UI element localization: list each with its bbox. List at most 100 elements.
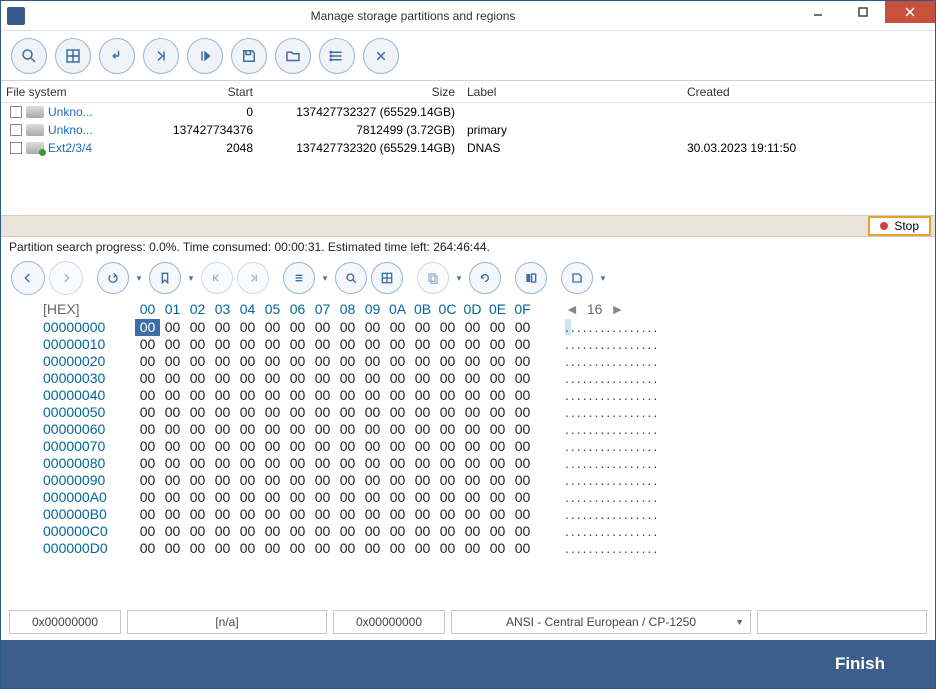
bookmark-button[interactable] (149, 262, 181, 294)
table-body: Unkno...0137427732327 (65529.14GB)Unkno.… (1, 103, 935, 215)
hex-col: 0A (385, 301, 410, 317)
list-dropdown[interactable]: ▾ (319, 273, 331, 284)
hex-bytes[interactable]: 00000000000000000000000000000000 (135, 523, 535, 540)
play-button[interactable] (187, 38, 223, 74)
hex-row[interactable]: 000000C000000000000000000000000000000000… (43, 523, 935, 540)
hex-bytes[interactable]: 00000000000000000000000000000000 (135, 472, 535, 489)
hex-body[interactable]: 0000000000000000000000000000000000000000… (1, 319, 935, 596)
hex-address: 00000080 (43, 455, 135, 472)
hex-bytes[interactable]: 00000000000000000000000000000000 (135, 540, 535, 557)
bookmark-dropdown[interactable]: ▾ (185, 273, 197, 284)
hex-bytes[interactable]: 00000000000000000000000000000000 (135, 404, 535, 421)
stop-row: Stop (1, 215, 935, 237)
save-button[interactable] (231, 38, 267, 74)
col-start[interactable]: Start (161, 85, 261, 99)
hex-bytes[interactable]: 00000000000000000000000000000000 (135, 455, 535, 472)
hex-address: 00000010 (43, 336, 135, 353)
progress-text: Partition search progress: 0.0%. Time co… (1, 237, 935, 257)
redo-button[interactable] (97, 262, 129, 294)
grid-button[interactable] (55, 38, 91, 74)
redo-dropdown[interactable]: ▾ (133, 273, 145, 284)
table-row[interactable]: Ext2/3/42048137427732320 (65529.14GB)DNA… (1, 139, 935, 157)
hex-bytes[interactable]: 00000000000000000000000000000000 (135, 319, 535, 336)
hex-address: 00000050 (43, 404, 135, 421)
finish-button[interactable]: Finish (835, 654, 885, 674)
hex-bytes[interactable]: 00000000000000000000000000000000 (135, 506, 535, 523)
prev-bookmark-button[interactable] (201, 262, 233, 294)
export-dropdown[interactable]: ▾ (597, 273, 609, 284)
compare-button[interactable] (515, 262, 547, 294)
hex-ascii-header: ◄ 16 ► (565, 301, 624, 317)
export-button[interactable] (561, 262, 593, 294)
hex-row[interactable]: 0000000000000000000000000000000000000000… (43, 319, 935, 336)
col-size[interactable]: Size (261, 85, 461, 99)
grid-view-button[interactable] (371, 262, 403, 294)
status-selection[interactable]: [n/a] (127, 610, 327, 634)
hex-bytes[interactable]: 00000000000000000000000000000000 (135, 421, 535, 438)
copy-button[interactable] (417, 262, 449, 294)
folder-button[interactable] (275, 38, 311, 74)
status-offset[interactable]: 0x00000000 (9, 610, 121, 634)
cell-label: primary (461, 123, 681, 137)
hex-ascii: ................ (565, 455, 659, 472)
hex-row[interactable]: 0000002000000000000000000000000000000000… (43, 353, 935, 370)
maximize-button[interactable] (840, 1, 885, 23)
table-row[interactable]: Unkno...1374277343767812499 (3.72GB)prim… (1, 121, 935, 139)
window-controls (795, 1, 935, 30)
col-label[interactable]: Label (461, 85, 681, 99)
hex-bytes[interactable]: 00000000000000000000000000000000 (135, 353, 535, 370)
find-button[interactable] (335, 262, 367, 294)
hex-bytes[interactable]: 00000000000000000000000000000000 (135, 370, 535, 387)
table-row[interactable]: Unkno...0137427732327 (65529.14GB) (1, 103, 935, 121)
next-bookmark-button[interactable] (237, 262, 269, 294)
nav-forward-button[interactable] (49, 261, 83, 295)
hex-row[interactable]: 0000001000000000000000000000000000000000… (43, 336, 935, 353)
skip-end-button[interactable] (143, 38, 179, 74)
close-button[interactable] (885, 1, 935, 23)
window-title: Manage storage partitions and regions (31, 9, 795, 23)
minimize-button[interactable] (795, 1, 840, 23)
hex-row[interactable]: 0000005000000000000000000000000000000000… (43, 404, 935, 421)
hex-col: 03 (210, 301, 235, 317)
refresh-button[interactable] (469, 262, 501, 294)
status-position[interactable]: 0x00000000 (333, 610, 445, 634)
stop-button[interactable]: Stop (868, 216, 931, 236)
checkbox[interactable] (10, 106, 22, 118)
checkbox[interactable] (10, 124, 22, 136)
hex-ascii: ................ (565, 540, 659, 557)
hex-bytes[interactable]: 00000000000000000000000000000000 (135, 387, 535, 404)
checkbox[interactable] (10, 142, 22, 154)
hex-bytes[interactable]: 00000000000000000000000000000000 (135, 438, 535, 455)
hex-address: 000000A0 (43, 489, 135, 506)
stop-label: Stop (894, 219, 919, 233)
hex-bytes[interactable]: 00000000000000000000000000000000 (135, 336, 535, 353)
hex-row[interactable]: 0000003000000000000000000000000000000000… (43, 370, 935, 387)
hex-row[interactable]: 0000009000000000000000000000000000000000… (43, 472, 935, 489)
copy-dropdown[interactable]: ▾ (453, 273, 465, 284)
hex-row[interactable]: 000000A000000000000000000000000000000000… (43, 489, 935, 506)
hex-row[interactable]: 0000006000000000000000000000000000000000… (43, 421, 935, 438)
cell-start: 0 (161, 105, 261, 119)
hex-bytes[interactable]: 00000000000000000000000000000000 (135, 489, 535, 506)
hex-ascii: ................ (565, 489, 659, 506)
width-prev-icon[interactable]: ◄ (565, 301, 579, 317)
hex-row[interactable]: 0000004000000000000000000000000000000000… (43, 387, 935, 404)
hex-row[interactable]: 0000008000000000000000000000000000000000… (43, 455, 935, 472)
search-button[interactable] (11, 38, 47, 74)
cell-size: 7812499 (3.72GB) (261, 123, 461, 137)
cancel-button[interactable] (363, 38, 399, 74)
hex-ascii: ................ (565, 319, 659, 336)
list-button[interactable] (319, 38, 355, 74)
undo-button[interactable] (99, 38, 135, 74)
hex-col: 00 (135, 301, 160, 317)
col-created[interactable]: Created (681, 85, 935, 99)
nav-back-button[interactable] (11, 261, 45, 295)
list-view-button[interactable] (283, 262, 315, 294)
hex-row[interactable]: 000000B000000000000000000000000000000000… (43, 506, 935, 523)
encoding-select[interactable]: ANSI - Central European / CP-1250 (451, 610, 751, 634)
hex-row[interactable]: 000000D000000000000000000000000000000000… (43, 540, 935, 557)
width-next-icon[interactable]: ► (610, 301, 624, 317)
hex-row[interactable]: 0000007000000000000000000000000000000000… (43, 438, 935, 455)
col-filesystem[interactable]: File system (1, 85, 161, 99)
cell-size: 137427732327 (65529.14GB) (261, 105, 461, 119)
